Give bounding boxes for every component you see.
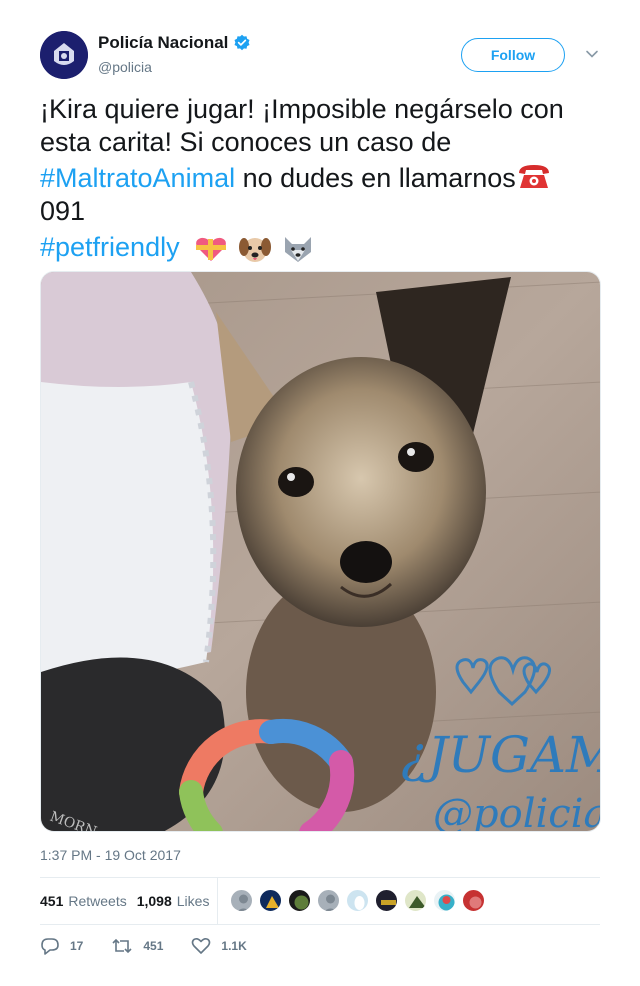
avatar[interactable] bbox=[316, 888, 341, 913]
divider-bottom bbox=[40, 924, 600, 925]
wolf-face-icon bbox=[285, 236, 312, 262]
retweet-icon bbox=[112, 938, 132, 954]
tweet-text-line2: no dudes en llamarnos bbox=[235, 163, 516, 193]
stats-separator bbox=[217, 878, 218, 924]
likes-label[interactable]: Likes bbox=[177, 893, 210, 909]
likes-count[interactable]: 1,098 bbox=[137, 893, 172, 909]
avatar[interactable] bbox=[403, 888, 428, 913]
tweet-text: ¡Kira quiere jugar! ¡Imposible negárselo… bbox=[40, 93, 600, 264]
follow-button[interactable]: Follow bbox=[461, 38, 565, 72]
liker-avatars bbox=[229, 888, 490, 913]
hashtag-maltrato-animal[interactable]: #MaltratoAnimal bbox=[40, 163, 235, 193]
avatar[interactable] bbox=[374, 888, 399, 913]
verified-badge-icon bbox=[234, 34, 250, 51]
tweet-timestamp[interactable]: 1:37 PM - 19 Oct 2017 bbox=[40, 847, 181, 863]
chevron-down-icon[interactable] bbox=[585, 47, 599, 61]
avatar[interactable] bbox=[287, 888, 312, 913]
avatar[interactable] bbox=[258, 888, 283, 913]
tweet-line-2: #MaltratoAnimal no dudes en llamarnos bbox=[40, 162, 600, 195]
tweet-line-1: ¡Kira quiere jugar! ¡Imposible negárselo… bbox=[40, 93, 600, 159]
tweet-stats: 451 Retweets 1,098 Likes bbox=[40, 878, 600, 924]
retweets-label[interactable]: Retweets bbox=[68, 893, 126, 909]
hashtag-petfriendly[interactable]: #petfriendly bbox=[40, 232, 180, 262]
reply-icon bbox=[41, 938, 59, 955]
like-button[interactable]: 1.1K bbox=[191, 937, 247, 955]
avatar[interactable] bbox=[432, 888, 457, 913]
telephone-icon bbox=[518, 164, 549, 188]
avatar[interactable] bbox=[40, 31, 88, 79]
tweet-line-4: #petfriendly bbox=[40, 231, 600, 264]
author-name[interactable]: Policía Nacional bbox=[98, 33, 251, 53]
avatar[interactable] bbox=[345, 888, 370, 913]
avatar[interactable] bbox=[461, 888, 486, 913]
dog-face-icon bbox=[238, 237, 271, 262]
like-count: 1.1K bbox=[221, 939, 247, 953]
overlay-handle: @policia bbox=[433, 791, 601, 832]
avatar[interactable] bbox=[229, 888, 254, 913]
retweet-count: 451 bbox=[143, 939, 164, 953]
tweet-actions: 17 451 1.1K bbox=[40, 934, 600, 958]
retweet-button[interactable]: 451 bbox=[111, 937, 163, 955]
heart-icon bbox=[192, 938, 211, 954]
overlay-jugamos: ¿JUGAMOS? bbox=[401, 726, 601, 784]
dog-photo: ¿JUGAMOS? @policia MORN bbox=[41, 272, 601, 832]
author-handle[interactable]: @policia bbox=[98, 59, 152, 75]
tweet-line-3: 091 bbox=[40, 196, 86, 226]
reply-button[interactable]: 17 bbox=[40, 937, 83, 955]
author-name-text[interactable]: Policía Nacional bbox=[98, 33, 228, 53]
retweets-count[interactable]: 451 bbox=[40, 893, 63, 909]
tweet-header: Policía Nacional @policia Follow bbox=[40, 31, 600, 81]
tweet-photo[interactable]: ¿JUGAMOS? @policia MORN bbox=[40, 271, 601, 832]
reply-count: 17 bbox=[70, 939, 84, 953]
tweet-text-line1: ¡Kira quiere jugar! ¡Imposible negárselo… bbox=[40, 94, 564, 157]
heart-gift-icon bbox=[196, 237, 227, 261]
